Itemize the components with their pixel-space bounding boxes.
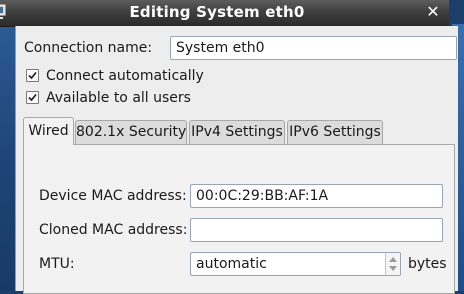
tab-ipv4-settings[interactable]: IPv4 Settings (189, 120, 285, 144)
mtu-spin-buttons[interactable] (385, 253, 400, 275)
cloned-mac-input[interactable] (190, 218, 443, 242)
desktop-background-left (0, 24, 16, 291)
mtu-label: MTU: (39, 256, 75, 272)
edit-connection-window: Connection name: System eth0 Connect aut… (15, 0, 458, 294)
cloned-mac-label: Cloned MAC address: (39, 222, 188, 238)
dialog-content: Connection name: System eth0 Connect aut… (15, 26, 458, 294)
available-to-all-users-row[interactable]: Available to all users (24, 88, 324, 108)
connection-name-label: Connection name: (24, 40, 153, 56)
spin-down-icon[interactable] (389, 266, 397, 272)
device-mac-label: Device MAC address: (39, 188, 187, 204)
connect-automatically-checkbox[interactable] (26, 69, 39, 82)
spin-up-icon[interactable] (389, 256, 397, 262)
tab-wired[interactable]: Wired (23, 117, 74, 145)
tab-8021x-security[interactable]: 802.1x Security (75, 120, 187, 144)
mtu-unit-label: bytes (408, 256, 447, 272)
connect-automatically-label: Connect automatically (46, 68, 204, 84)
available-to-all-users-label: Available to all users (46, 90, 191, 106)
device-mac-input[interactable]: 00:0C:29:BB:AF:1A (190, 184, 443, 208)
connect-automatically-row[interactable]: Connect automatically (24, 66, 324, 86)
mtu-spinbutton[interactable]: automatic (190, 252, 401, 276)
connection-name-row: Connection name: System eth0 (24, 35, 457, 61)
available-to-all-users-checkbox[interactable] (26, 91, 39, 104)
connection-name-input[interactable]: System eth0 (170, 36, 457, 60)
mtu-value: automatic (196, 256, 267, 272)
wired-settings-panel: Device MAC address: 00:0C:29:BB:AF:1A Cl… (23, 144, 455, 294)
tab-ipv6-settings[interactable]: IPv6 Settings (287, 120, 383, 144)
settings-tabs: Wired 802.1x Security IPv4 Settings IPv6… (23, 117, 453, 145)
